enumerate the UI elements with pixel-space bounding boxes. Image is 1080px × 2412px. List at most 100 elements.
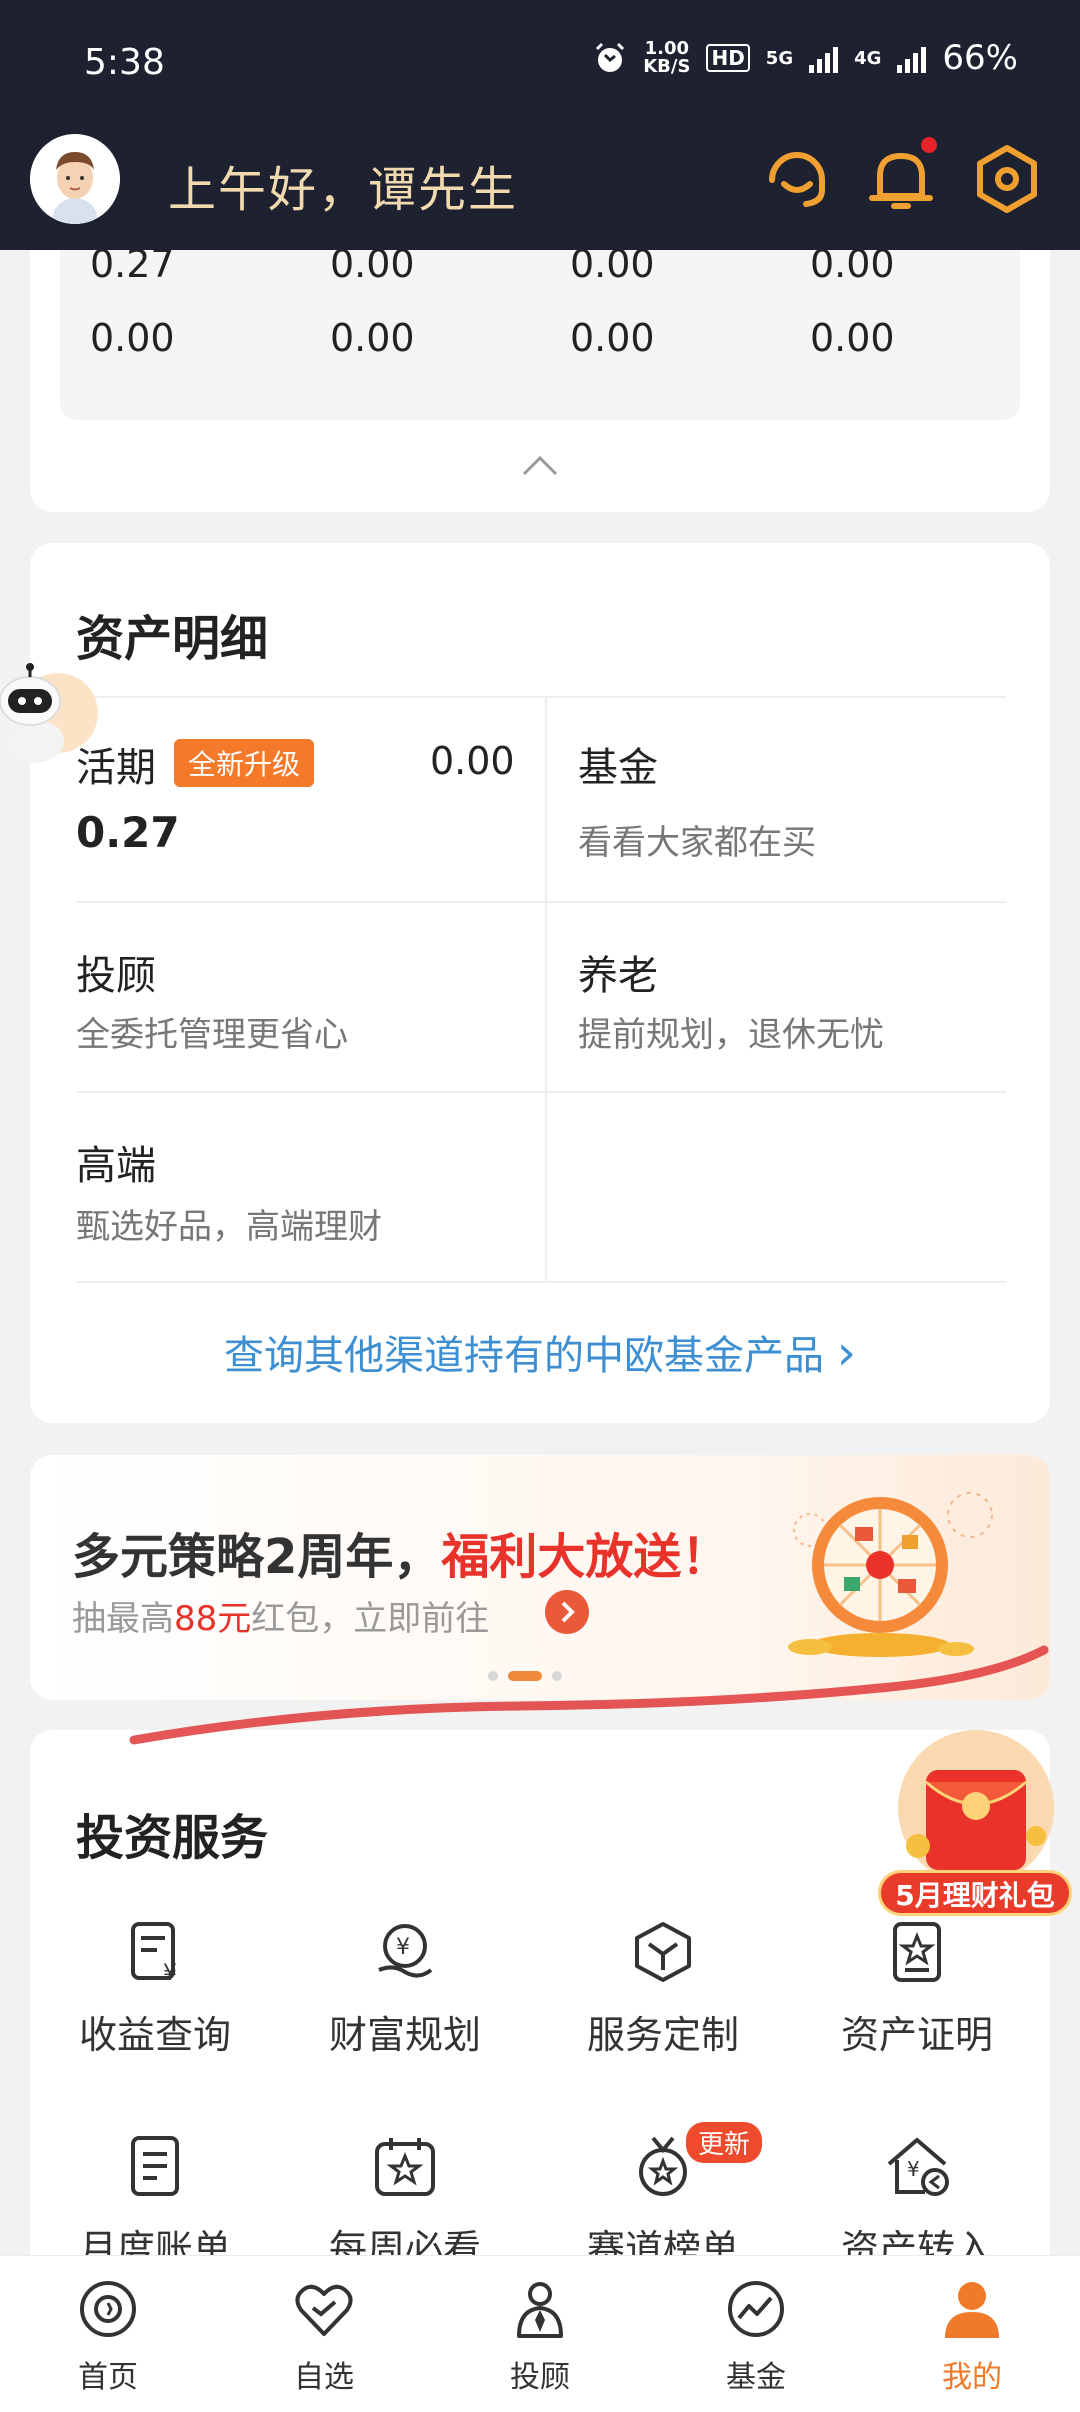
greeting-text: 上午好，谭先生 [168,162,519,218]
notification-dot [918,134,940,156]
service-income-query[interactable]: ¥ 收益查询 [30,1916,280,2059]
nav-label: 投顾 [510,2360,570,2395]
banner-title-highlight: 福利大放送！ [441,1529,730,1585]
network-speed: 1.00 KB/S [643,40,690,76]
net-5g-label: 5G [765,47,794,69]
balance-value: 0.00 [330,316,415,360]
nav-fund[interactable]: 基金 [648,2276,864,2396]
signal-5g-icon [809,43,839,73]
page-dot-active [508,1671,542,1681]
asset-fund-title: 基金 [578,745,658,791]
avatar-face-icon [30,134,120,224]
service-custom[interactable]: 服务定制 [538,1916,788,2059]
status-icons: 1.00 KB/S HD 5G 4G 66% [593,38,1018,78]
balance-value: 0.00 [810,316,895,360]
query-link-text: 查询其他渠道持有的中欧基金产品 [224,1333,825,1379]
fund-chart-icon [728,2281,784,2337]
banner-sub-highlight: 88元 [174,1599,252,1639]
svg-text:¥: ¥ [907,2157,920,2181]
promo-banner[interactable]: 多元策略2周年，福利大放送！ 抽最高88元红包，立即前往 [30,1455,1050,1700]
robot-assistant-icon[interactable] [0,655,100,765]
service-asset-transfer[interactable]: ¥ 资产转入 [792,2130,1042,2273]
banner-title-prefix: 多元策略2周年， [72,1529,442,1585]
asset-pension-sub: 提前规划，退休无忧 [578,1015,884,1055]
nav-profile[interactable]: 我的 [864,2276,1080,2396]
asset-transfer-icon: ¥ [887,2138,949,2196]
nav-watchlist[interactable]: 自选 [216,2276,432,2396]
income-query-icon: ¥ [131,1922,177,1986]
upgrade-badge: 全新升级 [174,739,315,787]
asset-detail-card: 资产明细 活期 全新升级 0.00 0.27 基金 看看大家都在买 投顾 全委托… [30,543,1050,1423]
home-icon [80,2281,136,2337]
net-4g-label: 4G [854,47,882,69]
asset-advisor-title: 投顾 [76,953,156,999]
banner-subtitle: 抽最高88元红包，立即前往 [72,1591,489,1640]
asset-current-value: 0.27 [76,808,180,857]
banner-pagination [488,1671,562,1681]
prize-wheel-illustration [788,1492,993,1657]
asset-current-right-value: 0.00 [430,739,515,783]
gift-label: 5月理财礼包 [878,1870,1072,1916]
status-time: 5:38 [84,42,165,83]
top-header: 5:38 1.00 KB/S HD 5G 4G 66% 上午好，谭先生 [0,0,1080,250]
banner-title: 多元策略2周年，福利大放送！ [72,1517,729,1587]
wealth-plan-icon: ¥ [378,1924,433,1978]
svg-text:¥: ¥ [396,1935,410,1960]
monthly-bill-icon [131,2136,179,2196]
avatar[interactable] [30,134,120,224]
alarm-icon [596,42,625,72]
divider [76,901,1006,903]
service-asset-proof[interactable]: 资产证明 [792,1916,1042,2059]
balance-value: 0.00 [90,316,175,360]
balance-value: 0.00 [570,316,655,360]
watchlist-heart-icon [295,2284,353,2336]
services-title: 投资服务 [76,1810,269,1866]
page-dot [488,1671,498,1681]
page-dot [552,1671,562,1681]
divider [76,1091,1006,1093]
red-envelope-gift-icon [898,1730,1054,1886]
service-label: 服务定制 [586,2013,739,2057]
nav-advisor[interactable]: 投顾 [432,2276,648,2396]
service-wealth-plan[interactable]: ¥ 财富规划 [280,1916,530,2059]
service-label: 资产证明 [840,2013,993,2057]
banner-go-arrow-icon[interactable] [545,1590,589,1634]
nav-label: 我的 [942,2360,1002,2395]
customer-service-icon[interactable] [758,140,836,218]
divider [545,696,547,1281]
status-bar: 5:38 1.00 KB/S HD 5G 4G 66% [0,0,1080,125]
settings-icon[interactable] [968,140,1046,218]
banner-sub-suffix: 红包，立即前往 [251,1599,490,1639]
banner-sub-prefix: 抽最高 [72,1599,174,1639]
nav-home[interactable]: 首页 [0,2276,216,2396]
query-other-channels-link[interactable]: 查询其他渠道持有的中欧基金产品 › [30,1323,1050,1381]
profile-icon [945,2282,999,2338]
advisor-icon [517,2282,563,2338]
battery-level: 66% [942,38,1018,78]
svg-text:¥: ¥ [163,1961,177,1986]
divider [76,696,1006,698]
monthly-gift-float[interactable]: 5月理财礼包 [876,1730,1076,1920]
asset-pension-title: 养老 [578,953,658,999]
nav-label: 自选 [294,2360,354,2395]
network-speed-unit: KB/S [643,56,691,77]
chevron-right-icon: › [836,1325,856,1381]
divider [76,1281,1006,1283]
signal-4g-icon [897,43,927,73]
asset-advisor-sub: 全委托管理更省心 [76,1015,348,1055]
asset-premium-title: 高端 [76,1143,156,1189]
service-label: 收益查询 [78,2013,231,2057]
service-label: 财富规划 [328,2013,481,2057]
new-badge: 更新 [686,2122,763,2163]
nav-label: 基金 [726,2360,786,2395]
service-custom-icon [635,1922,691,1982]
collapse-up-icon[interactable] [522,454,558,476]
service-ranking[interactable]: 更新 赛道榜单 [538,2122,788,2273]
asset-proof-icon [893,1922,941,1982]
nav-label: 首页 [78,2360,138,2395]
asset-fund-sub: 看看大家都在买 [578,823,816,863]
service-weekly[interactable]: 每周必看 [280,2130,530,2273]
asset-premium-sub: 甄选好品，高端理财 [76,1207,382,1247]
service-monthly-bill[interactable]: 月度账单 [30,2130,280,2273]
asset-detail-title: 资产明细 [76,611,269,667]
